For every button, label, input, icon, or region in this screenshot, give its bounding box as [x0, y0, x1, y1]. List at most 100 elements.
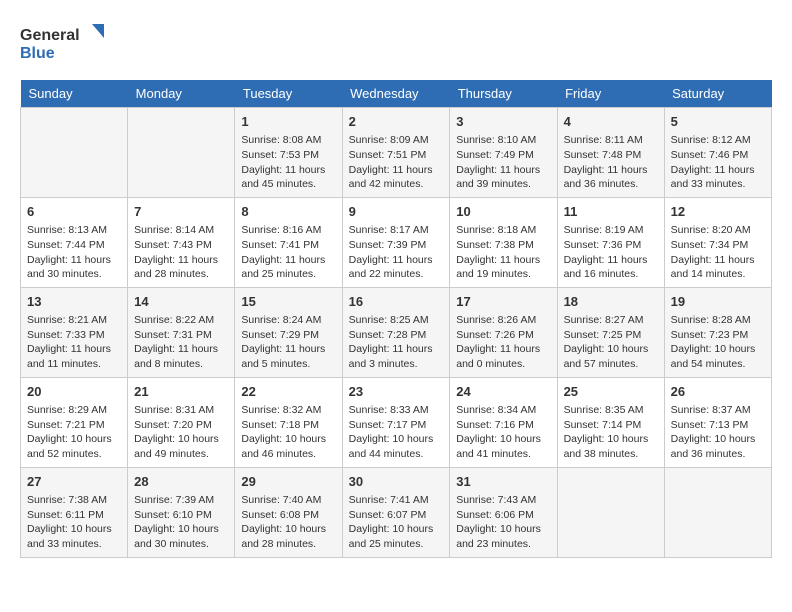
calendar-cell: 29 Sunrise: 7:40 AM Sunset: 6:08 PM Dayli…	[235, 467, 342, 557]
week-row-0: 1 Sunrise: 8:08 AM Sunset: 7:53 PM Daylig…	[21, 108, 772, 198]
day-number: 26	[671, 383, 765, 401]
calendar-cell: 5 Sunrise: 8:12 AM Sunset: 7:46 PM Daylig…	[664, 108, 771, 198]
day-info: Sunrise: 8:35 AM Sunset: 7:14 PM Dayligh…	[564, 403, 658, 462]
day-number: 9	[349, 203, 444, 221]
calendar-cell: 2 Sunrise: 8:09 AM Sunset: 7:51 PM Daylig…	[342, 108, 450, 198]
calendar-cell: 16 Sunrise: 8:25 AM Sunset: 7:28 PM Dayli…	[342, 287, 450, 377]
calendar-cell: 27Sunrise: 7:38 AM Sunset: 6:11 PM Dayli…	[21, 467, 128, 557]
day-info: Sunrise: 8:33 AM Sunset: 7:17 PM Dayligh…	[349, 403, 444, 462]
day-number: 29	[241, 473, 335, 491]
day-number: 31	[456, 473, 550, 491]
day-info: Sunrise: 8:37 AM Sunset: 7:13 PM Dayligh…	[671, 403, 765, 462]
calendar-cell: 19Sunrise: 8:28 AM Sunset: 7:23 PM Dayli…	[664, 287, 771, 377]
calendar-cell: 8 Sunrise: 8:16 AM Sunset: 7:41 PM Daylig…	[235, 197, 342, 287]
calendar-header: SundayMondayTuesdayWednesdayThursdayFrid…	[21, 80, 772, 108]
calendar-cell: 13 Sunrise: 8:21 AM Sunset: 7:33 PM Dayli…	[21, 287, 128, 377]
day-info: Sunrise: 7:38 AM Sunset: 6:11 PM Dayligh…	[27, 493, 121, 552]
calendar-body: 1 Sunrise: 8:08 AM Sunset: 7:53 PM Daylig…	[21, 108, 772, 558]
day-info: Sunrise: 8:27 AM Sunset: 7:25 PM Dayligh…	[564, 313, 658, 372]
svg-text:General: General	[20, 27, 80, 44]
day-info: Sunrise: 7:40 AM Sunset: 6:08 PM Dayligh…	[241, 493, 335, 552]
day-number: 17	[456, 293, 550, 311]
header-row: SundayMondayTuesdayWednesdayThursdayFrid…	[21, 80, 772, 108]
calendar-cell: 30 Sunrise: 7:41 AM Sunset: 6:07 PM Dayli…	[342, 467, 450, 557]
calendar-cell	[557, 467, 664, 557]
day-number: 22	[241, 383, 335, 401]
calendar-cell: 4 Sunrise: 8:11 AM Sunset: 7:48 PM Daylig…	[557, 108, 664, 198]
day-number: 5	[671, 113, 765, 131]
day-number: 30	[349, 473, 444, 491]
day-number: 21	[134, 383, 228, 401]
day-number: 7	[134, 203, 228, 221]
day-info: Sunrise: 8:11 AM Sunset: 7:48 PM Dayligh…	[564, 133, 658, 192]
day-info: Sunrise: 8:25 AM Sunset: 7:28 PM Dayligh…	[349, 313, 444, 372]
calendar-cell	[664, 467, 771, 557]
header-cell-saturday: Saturday	[664, 80, 771, 108]
calendar-cell: 11 Sunrise: 8:19 AM Sunset: 7:36 PM Dayli…	[557, 197, 664, 287]
page-header: General Blue	[20, 20, 772, 64]
day-number: 8	[241, 203, 335, 221]
day-info: Sunrise: 8:18 AM Sunset: 7:38 PM Dayligh…	[456, 223, 550, 282]
day-info: Sunrise: 8:08 AM Sunset: 7:53 PM Dayligh…	[241, 133, 335, 192]
calendar-cell: 3Sunrise: 8:10 AM Sunset: 7:49 PM Daylig…	[450, 108, 557, 198]
calendar-cell: 22 Sunrise: 8:32 AM Sunset: 7:18 PM Dayli…	[235, 377, 342, 467]
calendar-cell: 12 Sunrise: 8:20 AM Sunset: 7:34 PM Dayli…	[664, 197, 771, 287]
day-info: Sunrise: 8:29 AM Sunset: 7:21 PM Dayligh…	[27, 403, 121, 462]
day-number: 25	[564, 383, 658, 401]
week-row-2: 13 Sunrise: 8:21 AM Sunset: 7:33 PM Dayli…	[21, 287, 772, 377]
calendar-cell: 20 Sunrise: 8:29 AM Sunset: 7:21 PM Dayli…	[21, 377, 128, 467]
calendar-cell: 6 Sunrise: 8:13 AM Sunset: 7:44 PM Daylig…	[21, 197, 128, 287]
day-number: 15	[241, 293, 335, 311]
header-cell-thursday: Thursday	[450, 80, 557, 108]
calendar-cell: 15 Sunrise: 8:24 AM Sunset: 7:29 PM Dayli…	[235, 287, 342, 377]
day-info: Sunrise: 8:20 AM Sunset: 7:34 PM Dayligh…	[671, 223, 765, 282]
day-number: 11	[564, 203, 658, 221]
day-info: Sunrise: 8:22 AM Sunset: 7:31 PM Dayligh…	[134, 313, 228, 372]
day-number: 12	[671, 203, 765, 221]
calendar-cell: 17Sunrise: 8:26 AM Sunset: 7:26 PM Dayli…	[450, 287, 557, 377]
svg-text:Blue: Blue	[20, 45, 55, 62]
header-cell-monday: Monday	[128, 80, 235, 108]
calendar-cell	[128, 108, 235, 198]
day-number: 1	[241, 113, 335, 131]
day-info: Sunrise: 7:43 AM Sunset: 6:06 PM Dayligh…	[456, 493, 550, 552]
day-number: 13	[27, 293, 121, 311]
week-row-3: 20 Sunrise: 8:29 AM Sunset: 7:21 PM Dayli…	[21, 377, 772, 467]
day-number: 3	[456, 113, 550, 131]
day-info: Sunrise: 8:21 AM Sunset: 7:33 PM Dayligh…	[27, 313, 121, 372]
day-info: Sunrise: 8:34 AM Sunset: 7:16 PM Dayligh…	[456, 403, 550, 462]
calendar-cell: 26 Sunrise: 8:37 AM Sunset: 7:13 PM Dayli…	[664, 377, 771, 467]
day-number: 4	[564, 113, 658, 131]
day-number: 2	[349, 113, 444, 131]
day-info: Sunrise: 8:32 AM Sunset: 7:18 PM Dayligh…	[241, 403, 335, 462]
week-row-4: 27Sunrise: 7:38 AM Sunset: 6:11 PM Dayli…	[21, 467, 772, 557]
day-number: 6	[27, 203, 121, 221]
week-row-1: 6 Sunrise: 8:13 AM Sunset: 7:44 PM Daylig…	[21, 197, 772, 287]
day-info: Sunrise: 8:19 AM Sunset: 7:36 PM Dayligh…	[564, 223, 658, 282]
day-info: Sunrise: 8:17 AM Sunset: 7:39 PM Dayligh…	[349, 223, 444, 282]
day-info: Sunrise: 8:24 AM Sunset: 7:29 PM Dayligh…	[241, 313, 335, 372]
day-info: Sunrise: 8:09 AM Sunset: 7:51 PM Dayligh…	[349, 133, 444, 192]
day-info: Sunrise: 8:13 AM Sunset: 7:44 PM Dayligh…	[27, 223, 121, 282]
day-number: 20	[27, 383, 121, 401]
calendar-cell	[21, 108, 128, 198]
calendar-cell: 18Sunrise: 8:27 AM Sunset: 7:25 PM Dayli…	[557, 287, 664, 377]
day-number: 28	[134, 473, 228, 491]
header-cell-tuesday: Tuesday	[235, 80, 342, 108]
day-info: Sunrise: 8:12 AM Sunset: 7:46 PM Dayligh…	[671, 133, 765, 192]
day-number: 16	[349, 293, 444, 311]
day-info: Sunrise: 8:31 AM Sunset: 7:20 PM Dayligh…	[134, 403, 228, 462]
header-cell-friday: Friday	[557, 80, 664, 108]
calendar-cell: 31 Sunrise: 7:43 AM Sunset: 6:06 PM Dayli…	[450, 467, 557, 557]
day-info: Sunrise: 8:16 AM Sunset: 7:41 PM Dayligh…	[241, 223, 335, 282]
calendar-cell: 10 Sunrise: 8:18 AM Sunset: 7:38 PM Dayli…	[450, 197, 557, 287]
header-cell-wednesday: Wednesday	[342, 80, 450, 108]
calendar-cell: 25 Sunrise: 8:35 AM Sunset: 7:14 PM Dayli…	[557, 377, 664, 467]
day-number: 10	[456, 203, 550, 221]
day-info: Sunrise: 7:39 AM Sunset: 6:10 PM Dayligh…	[134, 493, 228, 552]
day-info: Sunrise: 8:14 AM Sunset: 7:43 PM Dayligh…	[134, 223, 228, 282]
day-number: 14	[134, 293, 228, 311]
day-info: Sunrise: 7:41 AM Sunset: 6:07 PM Dayligh…	[349, 493, 444, 552]
calendar-cell: 7 Sunrise: 8:14 AM Sunset: 7:43 PM Daylig…	[128, 197, 235, 287]
calendar-cell: 23Sunrise: 8:33 AM Sunset: 7:17 PM Dayli…	[342, 377, 450, 467]
